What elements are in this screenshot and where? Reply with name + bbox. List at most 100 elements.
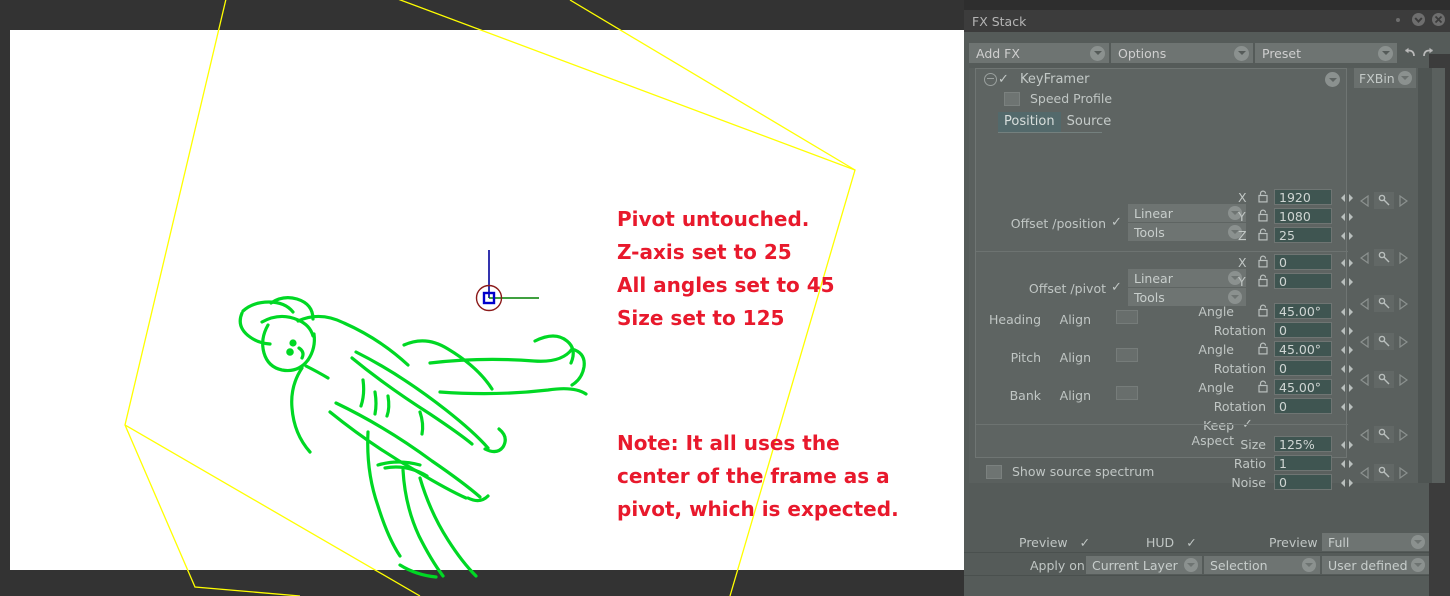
fx-list-scrollbar[interactable] (1418, 68, 1432, 483)
bank-angle-input[interactable]: 45.00° (1274, 379, 1332, 395)
chevron-down-icon (1302, 558, 1316, 572)
offset-position-z-input[interactable]: 25 (1274, 227, 1332, 243)
fx-entry-header[interactable]: ✓ KeyFramer (976, 69, 1346, 89)
lock-icon-position-x[interactable] (1257, 190, 1269, 203)
pitch-angle-input[interactable]: 45.00° (1274, 341, 1332, 357)
lock-icon-position-z[interactable] (1257, 228, 1269, 241)
noise-input[interactable]: 0 (1274, 474, 1332, 490)
preview-quality-dropdown[interactable]: Full (1322, 533, 1429, 551)
lock-icon-pitch-angle[interactable] (1257, 342, 1269, 355)
offset-pivot-checkmark[interactable]: ✓ (1111, 280, 1122, 295)
spinner-ratio[interactable] (1340, 457, 1354, 469)
lock-icon-heading-angle[interactable] (1257, 304, 1269, 317)
keyframe-row-offset-position[interactable] (1360, 192, 1408, 209)
hud-checkmark[interactable]: ✓ (1186, 535, 1196, 550)
lock-icon-pivot-x[interactable] (1257, 255, 1269, 268)
spinner-heading-rotation[interactable] (1340, 324, 1354, 336)
lock-icon-pivot-y[interactable] (1257, 274, 1269, 287)
key-icon-heading[interactable] (1374, 295, 1394, 312)
minus-circle-icon[interactable] (984, 72, 997, 86)
tab-position[interactable]: Position (998, 112, 1061, 132)
speed-profile-row[interactable]: Speed Profile (976, 89, 1346, 108)
keyframe-row-offset-pivot[interactable] (1360, 249, 1408, 266)
spinner-pitch-rotation[interactable] (1340, 362, 1354, 374)
offset-position-checkmark[interactable]: ✓ (1111, 215, 1122, 230)
fx-entry-keyframer[interactable]: ✓ KeyFramer Speed Profile Position Sourc… (975, 68, 1353, 490)
pitch-rotation-input[interactable]: 0 (1274, 360, 1332, 376)
fxbin-dropdown[interactable]: FXBin (1354, 68, 1416, 88)
apply-on-selection-dropdown[interactable]: Selection (1204, 556, 1320, 574)
key-icon-noise[interactable] (1374, 464, 1394, 481)
preset-dropdown[interactable]: Preset (1255, 43, 1397, 63)
chevron-down-icon[interactable] (1325, 72, 1340, 87)
key-icon-size[interactable] (1374, 426, 1394, 443)
offset-position-interp-dropdown[interactable]: Linear (1128, 204, 1246, 222)
bank-rotation-input[interactable]: 0 (1274, 398, 1332, 414)
apply-on-userdefined-value: User defined (1328, 557, 1408, 573)
panel-titlebar[interactable]: FX Stack (964, 10, 1450, 32)
hud-toggle-row[interactable]: HUD ✓ (1146, 535, 1197, 550)
heading-angle-input[interactable]: 45.00° (1274, 303, 1332, 319)
keyframe-row-heading[interactable] (1360, 295, 1408, 312)
spinner-noise[interactable] (1340, 476, 1354, 488)
offset-position-tools-dropdown[interactable]: Tools (1128, 223, 1246, 241)
offset-pivot-x-input[interactable]: 0 (1274, 254, 1332, 270)
preview-checkmark[interactable]: ✓ (1080, 535, 1090, 550)
keyframe-row-pitch[interactable] (1360, 333, 1408, 350)
show-source-spectrum-row[interactable]: Show source spectrum (986, 464, 1154, 479)
key-icon-bank[interactable] (1374, 371, 1394, 388)
key-icon-offset-position[interactable] (1374, 192, 1394, 209)
bank-align-box[interactable] (1116, 386, 1138, 400)
spinner-pitch-angle[interactable] (1340, 343, 1354, 355)
show-source-spectrum-checkbox[interactable] (986, 464, 1002, 479)
offset-position-z-axis-label: Z (1238, 228, 1247, 243)
preview-toggle-row[interactable]: Preview ✓ (1019, 535, 1090, 550)
apply-on-userdefined-dropdown[interactable]: User defined (1322, 556, 1429, 574)
options-dropdown[interactable]: Options (1111, 43, 1253, 63)
spinner-heading-angle[interactable] (1340, 305, 1354, 317)
heading-align-box[interactable] (1116, 310, 1138, 324)
offset-position-x-input[interactable]: 1920 (1274, 189, 1332, 205)
spinner-bank-rotation[interactable] (1340, 400, 1354, 412)
prev-key-icon (1360, 428, 1369, 441)
app-root: Pivot untouched. Z-axis set to 25 All an… (0, 0, 1450, 596)
keyframe-row-bank[interactable] (1360, 371, 1408, 388)
pitch-align-box[interactable] (1116, 348, 1138, 362)
lock-icon-bank-angle[interactable] (1257, 380, 1269, 393)
close-icon[interactable] (1431, 12, 1446, 27)
spinner-pivot-x[interactable] (1340, 256, 1354, 268)
redo-icon[interactable] (1420, 44, 1436, 62)
heading-align-label: Align (1059, 312, 1091, 327)
spinner-position-z[interactable] (1340, 229, 1354, 241)
add-fx-dropdown[interactable]: Add FX (969, 43, 1109, 63)
offset-pivot-x-axis-label: X (1238, 255, 1247, 270)
offset-pivot-y-input[interactable]: 0 (1274, 273, 1332, 289)
fx-enabled-checkmark[interactable]: ✓ (997, 72, 1010, 87)
size-label: Size (1240, 437, 1266, 452)
heading-rotation-input[interactable]: 0 (1274, 322, 1332, 338)
spinner-position-x[interactable] (1340, 191, 1354, 203)
bank-rotation-label: Rotation (1213, 399, 1266, 414)
key-icon-pitch[interactable] (1374, 333, 1394, 350)
apply-on-layer-dropdown[interactable]: Current Layer (1086, 556, 1202, 574)
keyframe-row-size[interactable] (1360, 426, 1408, 443)
annotation-text-primary: Pivot untouched. Z-axis set to 25 All an… (617, 207, 835, 330)
spinner-size[interactable] (1340, 438, 1354, 450)
speed-profile-checkbox[interactable] (1004, 91, 1020, 106)
tab-source[interactable]: Source (1061, 112, 1118, 132)
offset-pivot-interp-dropdown[interactable]: Linear (1128, 269, 1246, 287)
spinner-pivot-y[interactable] (1340, 275, 1354, 287)
offset-position-y-input[interactable]: 1080 (1274, 208, 1332, 224)
spinner-bank-angle[interactable] (1340, 381, 1354, 393)
size-input[interactable]: 125% (1274, 436, 1332, 452)
ratio-input[interactable]: 1 (1274, 455, 1332, 471)
key-icon-offset-pivot[interactable] (1374, 249, 1394, 266)
spinner-position-y[interactable] (1340, 210, 1354, 222)
keyframe-row-noise[interactable] (1360, 464, 1408, 481)
collapse-icon[interactable] (1411, 12, 1426, 27)
lock-icon-position-y[interactable] (1257, 209, 1269, 222)
menu-dot-icon[interactable] (1396, 17, 1400, 22)
fx-stack-panel[interactable]: FX Stack Add FX Options Preset FXBin ✓ K… (964, 10, 1450, 596)
undo-icon[interactable] (1402, 44, 1418, 62)
pitch-angle-label: Angle (1198, 342, 1234, 357)
